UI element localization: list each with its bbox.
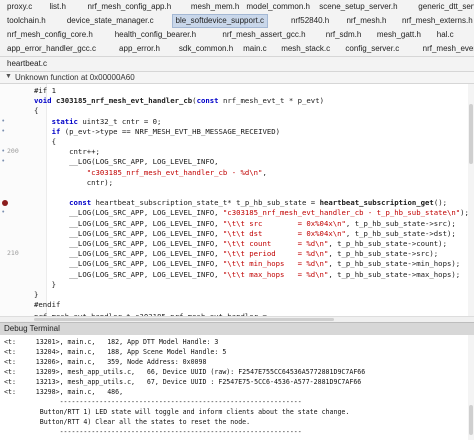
- terminal-line: ----------------------------------------…: [4, 428, 302, 436]
- terminal-line: <t: 13206>, main.c, 359, Node Address: 0…: [4, 358, 207, 366]
- debug-terminal-output[interactable]: <t: 13201>, main.c, 182, App DTT Model H…: [0, 335, 474, 440]
- chevron-down-icon[interactable]: ▼: [5, 73, 12, 80]
- tab-main-c[interactable]: main.c: [240, 43, 270, 55]
- code-editor[interactable]: 200 210 • • • • • #if 1 void c303185_nrf_mesh_e…: [0, 84, 474, 316]
- tab-app-error-handler-gcc-c[interactable]: app_error_handler_gcc.c: [4, 43, 99, 55]
- terminal-line: Button/RTT 4) Clear all the states to re…: [4, 418, 251, 426]
- tab-mesh-stack-c[interactable]: mesh_stack.c: [278, 43, 333, 55]
- tab-hal-c[interactable]: hal.c: [434, 29, 457, 41]
- debug-terminal-header: Debug Terminal: [0, 322, 474, 336]
- tab-proxy-c[interactable]: proxy.c: [4, 1, 35, 13]
- code-line: __LOG(LOG_SRC_APP, LOG_LEVEL_INFO, "\t\t…: [34, 269, 461, 279]
- function-navigator-label: Unknown function at 0x00000A60: [15, 73, 135, 82]
- tab-row: toolchain.h device_state_manager.c ble_sof…: [0, 14, 474, 29]
- code-line: #endif: [34, 300, 61, 310]
- code-marker-icon[interactable]: •: [2, 207, 4, 218]
- tab-model-common-h[interactable]: model_common.h: [243, 1, 313, 13]
- tab-mesh-gatt-h[interactable]: mesh_gatt.h: [374, 29, 424, 41]
- line-number: 210: [7, 249, 19, 258]
- terminal-vertical-scrollbar[interactable]: [468, 335, 474, 440]
- scrollbar-thumb[interactable]: [469, 405, 473, 435]
- tab-nrf-mesh-assert-gcc-h[interactable]: nrf_mesh_assert_gcc.h: [219, 29, 308, 41]
- editor-vertical-scrollbar[interactable]: [468, 84, 474, 316]
- tab-nrf-mesh-config-app-h[interactable]: nrf_mesh_config_app.h: [85, 1, 175, 13]
- tab-row: nrf_mesh_config_core.h health_config_bear…: [0, 28, 474, 43]
- tab-nrf-mesh-h[interactable]: nrf_mesh.h: [343, 15, 389, 27]
- function-navigator-bar[interactable]: ▼ Unknown function at 0x00000A60: [0, 72, 474, 84]
- tab-heartbeat-c[interactable]: heartbeat.c: [4, 58, 50, 70]
- tab-mesh-mem-h[interactable]: mesh_mem.h: [188, 1, 242, 13]
- tab-nrf-sdm-h[interactable]: nrf_sdm.h: [323, 29, 365, 41]
- code-marker-icon[interactable]: •: [2, 126, 4, 137]
- terminal-line: <t: 13209>, mesh_app_utils.c, 66, Device…: [4, 368, 366, 376]
- tab-health-config-bearer-h[interactable]: health_config_bearer.h: [112, 29, 199, 41]
- code-line: void c303185_nrf_mesh_evt_handler_cb(con…: [34, 96, 324, 106]
- tab-nrf-mesh-events-h[interactable]: nrf_mesh_events.h: [420, 43, 474, 55]
- terminal-line: ----------------------------------------…: [4, 398, 302, 406]
- scrollbar-thumb[interactable]: [34, 318, 334, 321]
- code-line: if (p_evt->type == NRF_MESH_EVT_HB_MESSA…: [51, 126, 281, 136]
- tab-list-h[interactable]: list.h: [46, 1, 68, 13]
- tab-device-state-manager-c[interactable]: device_state_manager.c: [64, 15, 157, 27]
- tab-nrf-mesh-config-core-h[interactable]: nrf_mesh_config_core.h: [4, 29, 96, 41]
- tab-row: heartbeat.c: [0, 57, 474, 72]
- terminal-line: Button/RTT 1) LED state will toggle and …: [4, 408, 350, 416]
- code-line: cntr);: [34, 177, 114, 187]
- tab-nrf52840-h[interactable]: nrf52840.h: [288, 15, 332, 27]
- tab-nrf-mesh-externs-h[interactable]: nrf_mesh_externs.h: [399, 15, 474, 27]
- tab-config-server-c[interactable]: config_server.c: [342, 43, 402, 55]
- breakpoint-icon[interactable]: [2, 200, 8, 207]
- terminal-line: <t: 13201>, main.c, 182, App DTT Model H…: [4, 338, 219, 346]
- terminal-line: <t: 13213>, mesh_app_utils.c, 67, Device…: [4, 378, 362, 386]
- terminal-line: <t: 13204>, main.c, 188, App Scene Model…: [4, 348, 227, 356]
- tab-generic-dtt-server-h[interactable]: generic_dtt_server.h: [415, 1, 474, 13]
- tab-toolchain-h[interactable]: toolchain.h: [4, 15, 49, 27]
- tab-ble-softdevice-support-c[interactable]: ble_softdevice_support.c: [171, 14, 269, 28]
- debug-terminal-title: Debug Terminal: [4, 324, 60, 333]
- tab-row: app_error_handler_gcc.c app_error.h sdk_co…: [0, 42, 474, 57]
- terminal-line: <t: 13298>, main.c, 486,: [4, 388, 124, 396]
- tab-sdk-common-h[interactable]: sdk_common.h: [176, 43, 236, 55]
- tab-app-error-h[interactable]: app_error.h: [116, 43, 163, 55]
- tab-row: proxy.c list.h nrf_mesh_config_app.h mesh_m…: [0, 0, 474, 15]
- tab-scene-setup-server-h[interactable]: scene_setup_server.h: [316, 1, 400, 13]
- scrollbar-thumb[interactable]: [469, 104, 473, 164]
- code-marker-icon[interactable]: •: [2, 156, 4, 167]
- line-number: 200: [7, 147, 19, 156]
